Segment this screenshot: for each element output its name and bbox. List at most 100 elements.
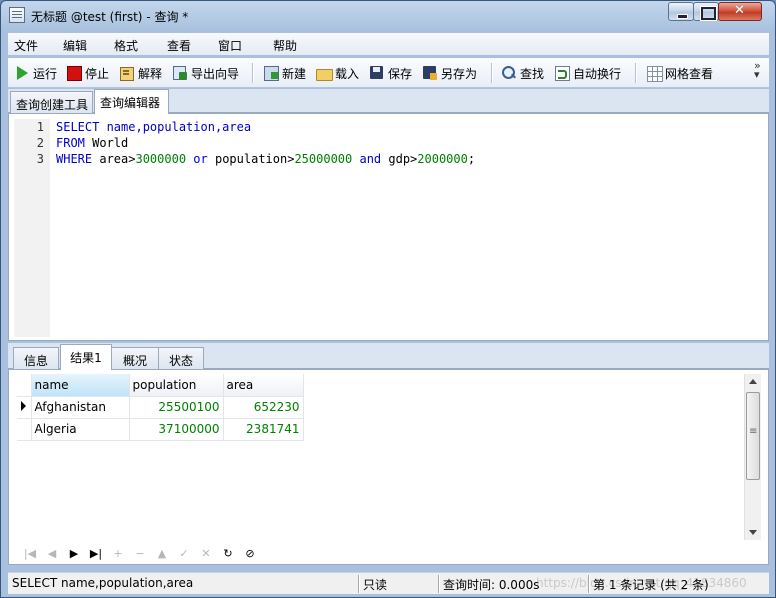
vertical-scrollbar[interactable] [744, 374, 761, 540]
word-wrap-button[interactable]: 自动换行 [554, 64, 621, 82]
stop-loading-icon[interactable]: ⊘ [239, 547, 261, 560]
first-record-icon[interactable]: |◀ [19, 547, 41, 560]
close-button[interactable] [718, 2, 762, 21]
line-number: 2 [36, 136, 44, 150]
status-separator [438, 575, 439, 593]
menu-help[interactable]: 帮助 [273, 37, 297, 54]
previous-record-icon[interactable]: ◀ [41, 547, 63, 560]
line-number-gutter: 1 2 3 [14, 119, 50, 337]
discard-changes-icon[interactable]: ✕ [195, 547, 217, 560]
last-record-icon[interactable]: ▶| [85, 547, 107, 560]
word-wrap-icon [554, 65, 570, 81]
add-record-icon[interactable]: + [107, 547, 129, 560]
save-as-label: 另存为 [441, 66, 478, 81]
toolbar-separator [491, 63, 492, 83]
menu-format[interactable]: 格式 [114, 37, 138, 54]
sql-keyword: or [186, 152, 208, 166]
table-row[interactable]: Afghanistan 25500100 652230 [17, 396, 304, 419]
play-icon [14, 65, 30, 81]
scroll-up-arrow-icon[interactable] [749, 379, 757, 384]
save-button[interactable]: 保存 [369, 64, 412, 82]
title-bar[interactable]: 无标题 @test (first) - 查询 * [1, 1, 775, 31]
editor-tab-bar: 查询创建工具 查询编辑器 [8, 89, 769, 114]
sql-text: gdp> [381, 152, 418, 166]
toolbar-overflow-button[interactable]: » ▾ [754, 59, 761, 80]
cell-population[interactable]: 37100000 [129, 418, 224, 441]
cell-name[interactable]: Algeria [31, 418, 130, 441]
sql-editor[interactable]: 1 2 3 SELECT name,population,area FROM W… [8, 113, 769, 341]
scrollbar-thumb[interactable] [746, 392, 760, 480]
toolbar-separator [635, 63, 636, 83]
result-grid: name population area Afghanistan 2550010… [17, 374, 304, 441]
row-indicator [17, 396, 32, 419]
folder-icon [316, 65, 333, 81]
run-button[interactable]: 运行 [14, 64, 57, 82]
menu-view[interactable]: 查看 [167, 37, 191, 54]
save-icon [369, 65, 385, 81]
overflow-chevron-icon: » [754, 59, 761, 72]
status-readonly: 只读 [363, 578, 388, 592]
grid-header-row: name population area [17, 374, 304, 397]
tab-status[interactable]: 状态 [158, 347, 204, 369]
menu-edit[interactable]: 编辑 [63, 37, 87, 54]
sql-keyword: WHERE [56, 152, 93, 166]
menu-file[interactable]: 文件 [14, 37, 38, 54]
status-sql-text: SELECT name,population,area [12, 576, 194, 590]
grid-view-button[interactable]: 网格查看 [646, 64, 713, 82]
refresh-icon[interactable]: ↻ [217, 547, 239, 560]
cell-population[interactable]: 25500100 [129, 396, 224, 419]
tab-query-editor[interactable]: 查询编辑器 [94, 89, 169, 114]
maximize-button[interactable] [693, 2, 719, 21]
table-row[interactable]: Algeria 37100000 2381741 [17, 418, 304, 441]
status-bar: SELECT name,population,area 只读 查询时间: 0.0… [8, 572, 769, 594]
next-record-icon[interactable]: ▶ [63, 547, 85, 560]
sql-number: 25000000 [294, 152, 353, 166]
row-indicator [17, 418, 32, 441]
cell-name[interactable]: Afghanistan [31, 396, 130, 419]
menu-window[interactable]: 窗口 [218, 37, 242, 54]
sql-keyword: FROM [56, 136, 85, 150]
scroll-down-arrow-icon[interactable] [749, 530, 757, 535]
export-wizard-label: 导出向导 [191, 66, 240, 81]
status-record-count: 第 1 条记录 (共 2 条) [593, 578, 709, 592]
load-label: 载入 [335, 66, 360, 81]
find-label: 查找 [520, 66, 545, 81]
new-button[interactable]: 新建 [263, 64, 306, 82]
row-indicator-header [17, 374, 32, 397]
explain-label: 解释 [138, 66, 163, 81]
sql-text: population> [207, 152, 295, 166]
toolbar-separator [252, 63, 253, 83]
current-row-arrow-icon [21, 401, 26, 411]
sql-keyword: and [352, 152, 382, 166]
explain-icon [119, 65, 135, 81]
minimize-button[interactable] [668, 2, 694, 21]
grid-icon [646, 65, 663, 82]
tab-query-builder[interactable]: 查询创建工具 [10, 91, 93, 113]
code-line: SELECT name,population,area [56, 120, 251, 134]
sql-text: ; [467, 152, 476, 166]
code-line: WHERE area>3000000 or population>2500000… [56, 152, 475, 166]
column-header-name[interactable]: name [31, 374, 130, 397]
tab-result-1[interactable]: 结果1 [60, 344, 112, 370]
export-wizard-button[interactable]: 导出向导 [172, 64, 239, 82]
find-button[interactable]: 查找 [501, 64, 544, 82]
save-label: 保存 [388, 66, 413, 81]
stop-button[interactable]: 停止 [66, 64, 109, 82]
apply-changes-icon[interactable]: ✓ [173, 547, 195, 560]
column-header-area[interactable]: area [223, 374, 304, 397]
column-header-population[interactable]: population [129, 374, 224, 397]
delete-record-icon[interactable]: − [129, 547, 151, 560]
cell-area[interactable]: 2381741 [223, 418, 304, 441]
cell-area[interactable]: 652230 [223, 396, 304, 419]
load-button[interactable]: 载入 [316, 64, 359, 82]
code-line: FROM World [56, 136, 128, 150]
result-grid-pane: name population area Afghanistan 2550010… [8, 369, 769, 565]
save-as-button[interactable]: 另存为 [422, 64, 477, 82]
record-navigator: |◀ ◀ ▶ ▶| + − ▲ ✓ ✕ ↻ ⊘ [19, 544, 261, 562]
menu-bar: 文件 编辑 格式 查看 窗口 帮助 [8, 33, 769, 55]
export-icon [172, 65, 188, 81]
tab-overview[interactable]: 概况 [111, 347, 159, 369]
explain-button[interactable]: 解释 [119, 64, 162, 82]
edit-record-icon[interactable]: ▲ [151, 547, 173, 560]
tab-info[interactable]: 信息 [13, 347, 59, 369]
